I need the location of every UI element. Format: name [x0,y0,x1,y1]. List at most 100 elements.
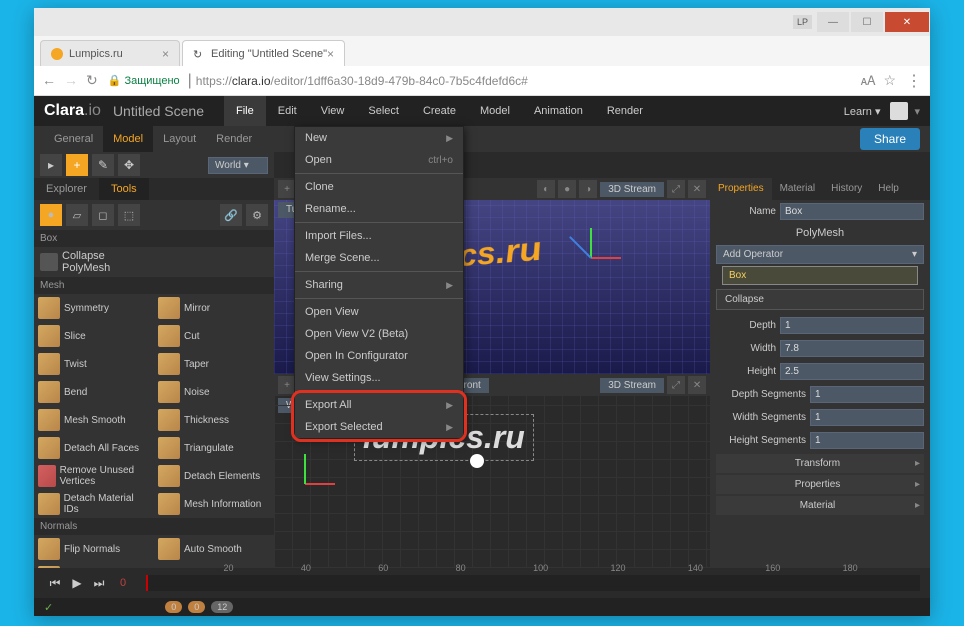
share-button[interactable]: Share [860,128,920,150]
mesh-tool-triangulate[interactable]: Triangulate [154,434,274,462]
add-icon[interactable]: + [66,154,88,176]
mode-icon[interactable]: ⬚ [118,204,140,226]
file-menu-merge-scene-[interactable]: Merge Scene... [295,247,463,269]
browser-menu-icon[interactable]: ⋮ [906,71,922,91]
menu-create[interactable]: Create [411,96,468,126]
file-menu-sharing[interactable]: Sharing▶ [295,274,463,296]
mesh-tool-detach-material-ids[interactable]: Detach Material IDs [34,490,154,518]
minimize-button[interactable]: — [817,12,849,32]
file-menu-open-view-v2-(beta)[interactable]: Open View V2 (Beta) [295,323,463,345]
back-icon[interactable]: ← [42,72,56,89]
browser-tab-1[interactable]: Lumpics.ru × [40,40,180,66]
translate-icon[interactable]: 🗚 [861,73,876,89]
add-operator-select[interactable]: Add Operator▾ [716,245,924,264]
subtab-render[interactable]: Render [206,126,262,152]
menu-file[interactable]: File [224,96,266,126]
mesh-tool-cut[interactable]: Cut [154,322,274,350]
bookmark-icon[interactable]: ☆ [883,72,896,89]
mesh-tool-detach-elements[interactable]: Detach Elements [154,462,274,490]
mesh-tool-detach-all-faces[interactable]: Detach All Faces [34,434,154,462]
cursor-icon[interactable]: ▸ [40,154,62,176]
operator-box[interactable]: Box [722,266,918,285]
subtab-general[interactable]: General [44,126,103,152]
reload-icon[interactable]: ↻ [86,72,98,89]
settings-icon[interactable]: ⚙ [246,204,268,226]
vp-stream-label[interactable]: 3D Stream [600,182,664,197]
side-tab-tools[interactable]: Tools [99,178,149,200]
props-tab-material[interactable]: Material [772,178,824,200]
lock-icon[interactable]: 🔒 Защищено [108,74,180,87]
mesh-tool-remove-unused-vertices[interactable]: Remove Unused Vertices [34,462,154,490]
normals-tool-auto-smooth[interactable]: Auto Smooth [154,535,274,563]
maximize-button[interactable]: ☐ [851,12,883,32]
file-menu-export-all[interactable]: Export All▶ [295,394,463,416]
collapse-button[interactable]: Collapse [716,289,924,310]
file-menu-export-selected[interactable]: Export Selected▶ [295,416,463,438]
mesh-tool-noise[interactable]: Noise [154,378,274,406]
file-menu-new[interactable]: New▶ [295,127,463,149]
next-frame-button[interactable]: ⏭ [88,572,110,594]
vp-stream-label[interactable]: 3D Stream [600,378,664,393]
user-icon[interactable] [890,102,908,120]
close-button[interactable]: ✕ [885,12,929,32]
user-dropdown-icon[interactable]: ▾ [914,105,920,118]
app-logo[interactable]: Clara.io [44,102,101,120]
file-menu-open-in-configurator[interactable]: Open In Configurator [295,345,463,367]
width-seg-input[interactable]: 1 [810,409,924,426]
brush-icon[interactable]: ✎ [92,154,114,176]
vp-expand-icon[interactable]: ⤢ [667,376,685,394]
mesh-tool-mesh-smooth[interactable]: Mesh Smooth [34,406,154,434]
file-menu-view-settings-[interactable]: View Settings... [295,367,463,389]
menu-render[interactable]: Render [595,96,655,126]
status-badge[interactable]: 0 [188,601,205,613]
mesh-tool-twist[interactable]: Twist [34,350,154,378]
mesh-tool-symmetry[interactable]: Symmetry [34,294,154,322]
name-input[interactable]: Box [780,203,924,220]
vp-close-icon[interactable]: ✕ [688,180,706,198]
file-menu-rename-[interactable]: Rename... [295,198,463,220]
browser-tab-2[interactable]: ↻ Editing "Untitled Scene" × [182,40,345,66]
collapse-polymesh[interactable]: CollapsePolyMesh [34,247,274,277]
mesh-tool-taper[interactable]: Taper [154,350,274,378]
file-menu-import-files-[interactable]: Import Files... [295,225,463,247]
file-menu-clone[interactable]: Clone [295,176,463,198]
subtab-layout[interactable]: Layout [153,126,206,152]
height-input[interactable]: 2.5 [780,363,924,380]
vp-close-icon[interactable]: ✕ [688,376,706,394]
vp-icon[interactable]: ◐ [537,180,555,198]
timeline-track[interactable]: 20406080100120140160180 [146,575,920,591]
vp-expand-icon[interactable]: ⤢ [667,180,685,198]
props-tab-help[interactable]: Help [870,178,907,200]
tab-close-icon[interactable]: × [327,47,334,61]
mesh-tool-bend[interactable]: Bend [34,378,154,406]
world-select[interactable]: World ▾ [208,157,268,174]
file-menu-open-view[interactable]: Open View [295,301,463,323]
subtab-model[interactable]: Model [103,126,153,152]
url-field[interactable]: https://clara.io/editor/1dff6a30-18d9-47… [196,74,861,88]
section-material[interactable]: Material▸ [716,496,924,515]
width-input[interactable]: 7.8 [780,340,924,357]
link-icon[interactable]: 🔗 [220,204,242,226]
status-badge[interactable]: 0 [165,601,182,613]
normals-tool-flip-normals[interactable]: Flip Normals [34,535,154,563]
learn-dropdown[interactable]: Learn ▾ [844,105,881,118]
mesh-tool-slice[interactable]: Slice [34,322,154,350]
menu-select[interactable]: Select [356,96,411,126]
status-badge[interactable]: 12 [211,601,233,613]
play-button[interactable]: ▶ [66,572,88,594]
face-mode-icon[interactable]: ◻ [92,204,114,226]
side-tab-explorer[interactable]: Explorer [34,178,99,200]
playhead[interactable] [146,575,148,591]
mesh-tool-thickness[interactable]: Thickness [154,406,274,434]
mesh-tool-mesh-information[interactable]: Mesh Information [154,490,274,518]
vertex-mode-icon[interactable]: ● [40,204,62,226]
mesh-tool-mirror[interactable]: Mirror [154,294,274,322]
props-tab-properties[interactable]: Properties [710,178,772,200]
props-tab-history[interactable]: History [823,178,870,200]
menu-model[interactable]: Model [468,96,522,126]
depth-input[interactable]: 1 [780,317,924,334]
tab-close-icon[interactable]: × [162,47,169,61]
prev-frame-button[interactable]: ⏮ [44,572,66,594]
menu-edit[interactable]: Edit [266,96,309,126]
section-properties[interactable]: Properties▸ [716,475,924,494]
